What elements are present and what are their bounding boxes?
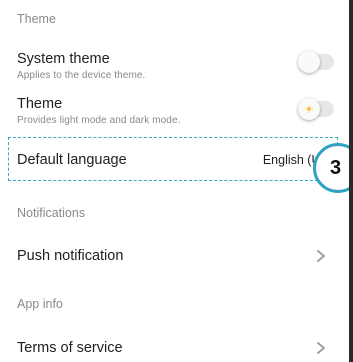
theme-toggle[interactable] <box>298 98 334 120</box>
default-language-label: Default language <box>17 152 127 168</box>
settings-screen: Theme System theme Applies to the device… <box>0 0 353 362</box>
theme-subtitle: Provides light mode and dark mode. <box>17 115 181 126</box>
chevron-right-icon <box>317 250 325 262</box>
section-header-notifications: Notifications <box>17 206 86 220</box>
system-theme-title: System theme <box>17 51 110 67</box>
system-theme-subtitle: Applies to the device theme. <box>17 70 146 81</box>
terms-of-service-title: Terms of service <box>17 340 123 356</box>
toggle-knob <box>298 98 320 120</box>
step-marker-badge: 3 <box>313 143 353 193</box>
default-language-row[interactable]: Default language English (US) <box>8 137 338 181</box>
sun-icon <box>305 105 313 113</box>
section-header-theme: Theme <box>17 12 56 26</box>
system-theme-toggle[interactable] <box>298 51 334 73</box>
step-marker-number: 3 <box>330 157 342 179</box>
theme-title: Theme <box>17 96 63 112</box>
toggle-knob <box>298 51 320 73</box>
push-notification-title: Push notification <box>17 248 124 264</box>
chevron-right-icon <box>317 342 325 354</box>
section-header-app-info: App info <box>17 297 63 311</box>
scrollbar[interactable] <box>349 0 353 362</box>
